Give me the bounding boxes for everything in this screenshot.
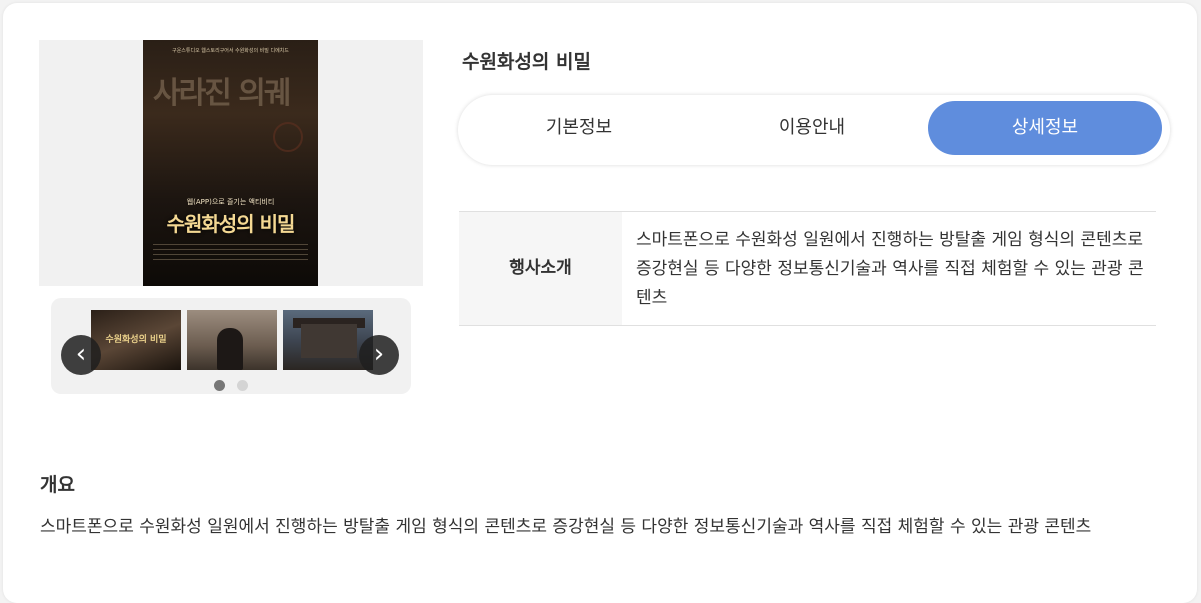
detail-body-text: 스마트폰으로 수원화성 일원에서 진행하는 방탈출 게임 형식의 콘텐츠로 증강… bbox=[636, 230, 1144, 308]
pagination-dot-2[interactable] bbox=[236, 380, 248, 391]
tab-basic-info[interactable]: 기본정보 bbox=[462, 101, 696, 155]
thumbnail-2[interactable] bbox=[187, 310, 277, 370]
thumbnail-3-gate bbox=[301, 324, 357, 358]
overview-title: 개요 bbox=[40, 474, 75, 496]
overview-body: 스마트폰으로 수원화성 일원에서 진행하는 방탈출 게임 형식의 콘텐츠로 증강… bbox=[40, 517, 1092, 537]
chevron-right-icon: › bbox=[373, 339, 385, 369]
main-image-frame: 구운스튜디오 웹스토리구어서 수원화성의 비밀 디에치드 사라진 의궤 웹(AP… bbox=[39, 40, 423, 286]
poster-big-title: 사라진 의궤 bbox=[153, 76, 291, 111]
chevron-left-icon: ‹ bbox=[75, 339, 87, 369]
poster-title: 수원화성의 비밀 bbox=[166, 212, 296, 236]
pagination-dot-1[interactable] bbox=[214, 380, 226, 391]
page-title: 수원화성의 비밀 bbox=[462, 51, 591, 73]
detail-header-event-intro: 행사소개 bbox=[459, 212, 622, 325]
thumbnail-carousel: 수원화성의 비밀 ‹ › bbox=[51, 298, 411, 394]
carousel-prev-button[interactable]: ‹ bbox=[61, 335, 101, 375]
poster-image: 구운스튜디오 웹스토리구어서 수원화성의 비밀 디에치드 사라진 의궤 웹(AP… bbox=[143, 40, 318, 286]
poster-top-line: 구운스튜디오 웹스토리구어서 수원화성의 비밀 디에치드 bbox=[172, 48, 289, 54]
poster-seal bbox=[273, 122, 303, 152]
carousel-next-button[interactable]: › bbox=[359, 335, 399, 375]
detail-table: 행사소개 스마트폰으로 수원화성 일원에서 진행하는 방탈출 게임 형식의 콘텐… bbox=[459, 211, 1156, 326]
content-card: 구운스튜디오 웹스토리구어서 수원화성의 비밀 디에치드 사라진 의궤 웹(AP… bbox=[3, 3, 1197, 603]
tab-usage-guide[interactable]: 이용안내 bbox=[695, 101, 929, 155]
poster-tagline: 웹(APP)으로 즐기는 액티비티 bbox=[186, 198, 275, 206]
thumbnail-1[interactable]: 수원화성의 비밀 bbox=[91, 310, 181, 370]
poster-fine-print bbox=[153, 244, 308, 264]
thumbnail-2-figure bbox=[217, 328, 243, 370]
info-tabs: 기본정보 이용안내 상세정보 bbox=[458, 95, 1170, 165]
tab-detail-info[interactable]: 상세정보 bbox=[928, 101, 1162, 155]
thumbnail-1-label: 수원화성의 비밀 bbox=[105, 335, 167, 345]
carousel-pagination bbox=[51, 376, 411, 395]
